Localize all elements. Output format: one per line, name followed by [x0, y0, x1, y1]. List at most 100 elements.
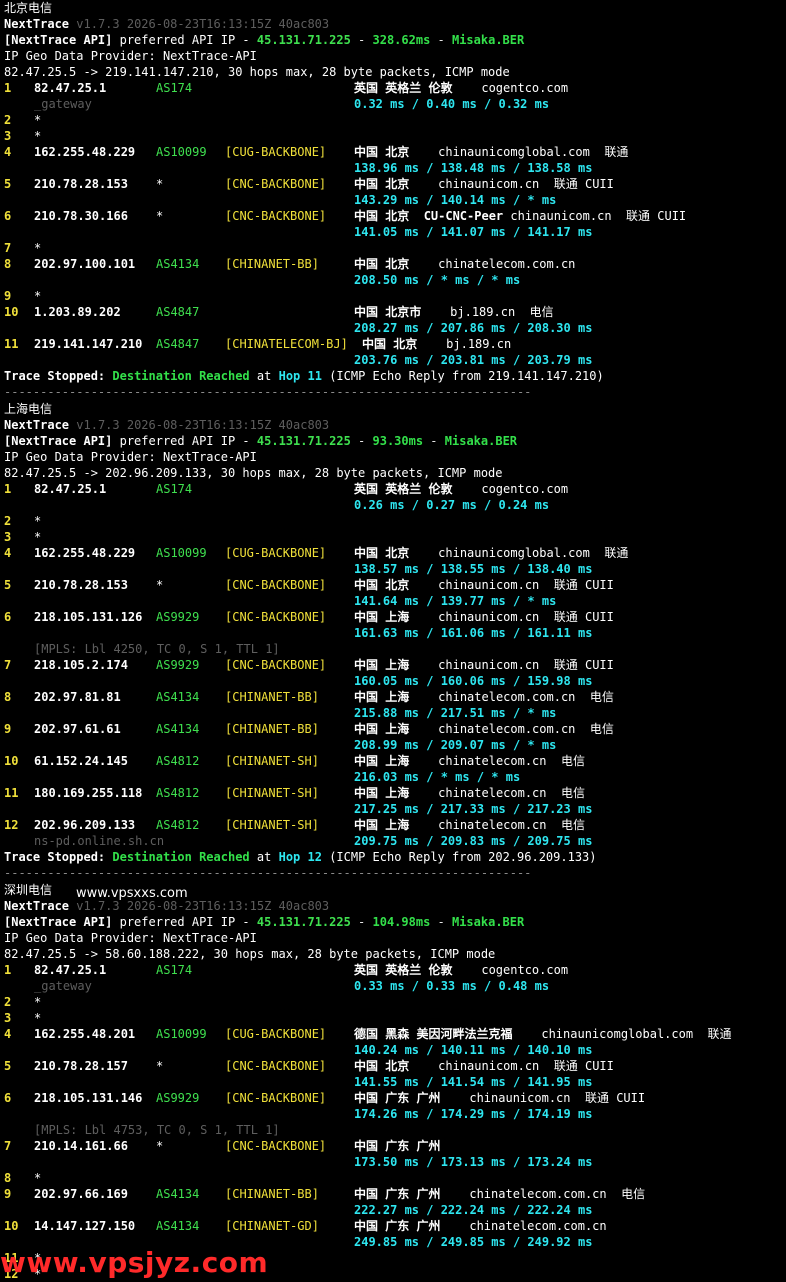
api-text: preferred API IP -	[119, 915, 250, 929]
hop-backbone-tag: [CHINANET-SH]	[225, 754, 319, 768]
hop-rtt: 173.50 ms / 173.13 ms / 173.24 ms	[354, 1155, 593, 1169]
hop-location: 中国 北京 chinatelecom.com.cn	[354, 256, 575, 272]
trace-stopped-label: Trace Stopped:	[4, 369, 106, 383]
hop-geo: 中国 北京	[354, 1059, 410, 1073]
hop-number: 4	[4, 1027, 12, 1041]
hop-backbone-tag: [CNC-BACKBONE]	[225, 209, 327, 223]
hop-location: 德国 黑森 美因河畔法兰克福 chinaunicomglobal.com 联通	[354, 1026, 732, 1042]
hop-number: 3	[4, 1011, 12, 1025]
hop-ip: 180.169.255.118	[34, 786, 143, 800]
trace-stopped-reason: Destination Reached	[112, 850, 250, 864]
hop-domain: chinaunicomglobal.com	[438, 145, 590, 159]
hop-asn: AS9929	[156, 658, 200, 672]
hop-number: 11	[4, 786, 19, 800]
section-title: 深圳电信	[4, 882, 52, 898]
hop-location: 英国 英格兰 伦敦 cogentco.com	[354, 962, 568, 978]
hop-asn: AS4134	[156, 1187, 200, 1201]
hop-backbone-tag: [CHINANET-BB]	[225, 722, 319, 736]
hop-isp: 电信	[560, 754, 585, 768]
hop-number: 10	[4, 754, 19, 768]
hop-geo: 中国 广东 广州	[354, 1091, 441, 1105]
terminal-window[interactable]: 北京电信 NextTrace v1.7.3 2026-08-23T16:13:15…	[0, 0, 786, 1281]
hop-number: 5	[4, 1059, 12, 1073]
hop-geo: 中国 广东 广州	[354, 1187, 441, 1201]
hop-domain: chinatelecom.com.cn	[438, 722, 576, 736]
hop-location: 中国 上海 chinatelecom.cn 电信	[354, 753, 585, 769]
hop-ip: 219.141.147.210	[34, 337, 143, 351]
hop-isp: 电信	[560, 818, 585, 832]
hop-isp: 电信	[589, 722, 614, 736]
hop-asn: *	[156, 1059, 164, 1073]
hop-location: 中国 上海 chinatelecom.cn 电信	[354, 785, 585, 801]
hop-ip: 218.105.131.126	[34, 610, 143, 624]
api-ip: 45.131.71.225	[256, 915, 351, 929]
hop-rtt: 222.27 ms / 222.24 ms / 222.24 ms	[354, 1203, 593, 1217]
hop-location: 中国 上海 chinatelecom.cn 电信	[354, 817, 585, 833]
api-node: Misaka.BER	[451, 915, 525, 929]
hop-ip: 61.152.24.145	[34, 754, 128, 768]
hop-ip: 218.105.131.146	[34, 1091, 143, 1105]
hop-domain: chinatelecom.com.cn	[438, 690, 576, 704]
hop-isp: 联通 CUII	[553, 578, 614, 592]
hop-number: 2	[4, 113, 12, 127]
hop-backbone-tag: [CHINATELECOM-BJ]	[225, 337, 348, 351]
hop-geo: 中国 北京	[354, 177, 410, 191]
hop-location: 中国 北京 chinaunicom.cn 联通 CUII	[354, 1058, 614, 1074]
route-text: 82.47.25.5 -> 219.141.147.210, 30 hops m…	[4, 65, 510, 79]
hop-asn: AS4812	[156, 818, 200, 832]
hop-asn: AS4134	[156, 257, 200, 271]
section-title-text: 上海电信	[4, 402, 53, 416]
hop-isp: 联通 CUII	[584, 1091, 646, 1105]
hop-number: 11	[4, 337, 19, 351]
hop-isp: 联通 CUII	[553, 610, 614, 624]
hop-asn: *	[156, 1139, 164, 1153]
hop-timeout: *	[34, 514, 42, 528]
hop-location: 中国 北京 chinaunicom.cn 联通 CUII	[354, 577, 614, 593]
hop-number: 6	[4, 610, 12, 624]
hop-domain: chinatelecom.com.cn	[438, 257, 576, 271]
hop-domain: chinaunicom.cn	[469, 1091, 571, 1105]
hop-ip: 202.97.66.169	[34, 1187, 128, 1201]
hop-rtt: 143.29 ms / 140.14 ms / * ms	[354, 193, 557, 207]
hop-number: 12	[4, 818, 19, 832]
hop-timeout: *	[34, 241, 42, 255]
hop-rtt: 141.55 ms / 141.54 ms / 141.95 ms	[354, 1075, 593, 1089]
hop-location: 英国 英格兰 伦敦 cogentco.com	[354, 481, 568, 497]
hop-rtt: 160.05 ms / 160.06 ms / 159.98 ms	[354, 674, 593, 688]
geo-provider-text: IP Geo Data Provider: NextTrace-API	[4, 450, 257, 464]
hop-isp: 电信	[621, 1187, 646, 1201]
hop-number: 2	[4, 995, 12, 1009]
hop-ip: 82.47.25.1	[34, 81, 107, 95]
hop-isp: 电信	[589, 690, 614, 704]
hop-location: 中国 广东 广州 chinatelecom.com.cn 电信	[354, 1186, 645, 1202]
hop-location: 中国 北京 chinaunicomglobal.com 联通	[354, 144, 628, 160]
route-line: 82.47.25.5 -> 219.141.147.210, 30 hops m…	[4, 64, 510, 80]
app-name: NextTrace	[4, 899, 70, 913]
hop-isp: 联通	[604, 546, 629, 560]
api-text: preferred API IP -	[119, 434, 250, 448]
hop-domain: cogentco.com	[481, 81, 569, 95]
hop-timeout: *	[34, 1171, 42, 1185]
hop-domain: chinaunicom.cn	[438, 1059, 540, 1073]
hop-geo: 中国 广东 广州	[354, 1219, 441, 1233]
hop-isp: 联通 CUII	[553, 177, 614, 191]
hop-asn: AS9929	[156, 1091, 200, 1105]
api-label: [NextTrace API]	[4, 915, 113, 929]
hop-geo: 中国 北京	[354, 257, 410, 271]
hop-geo: 中国 北京	[354, 578, 410, 592]
hop-asn: AS174	[156, 482, 193, 496]
hop-geo: 中国 上海	[354, 754, 410, 768]
trace-stopped-at: at	[256, 369, 272, 383]
hop-asn: AS4812	[156, 786, 200, 800]
hop-location: 中国 北京 CU-CNC-Peer chinaunicom.cn 联通 CUII	[354, 208, 686, 224]
hop-location: 中国 北京市 bj.189.cn 电信	[354, 304, 554, 320]
hop-backbone-tag: [CNC-BACKBONE]	[225, 610, 327, 624]
hop-mpls: [MPLS: Lbl 4250, TC 0, S 1, TTL 1]	[34, 641, 280, 657]
api-latency: 104.98ms	[372, 915, 431, 929]
hop-timeout: *	[34, 1011, 42, 1025]
hop-isp: 联通 CUII	[553, 658, 614, 672]
hop-timeout: *	[34, 289, 42, 303]
hop-ip: 82.47.25.1	[34, 482, 107, 496]
hop-peer-label: CU-CNC-Peer	[423, 209, 504, 223]
hop-mpls-label: [MPLS: Lbl 4250, TC 0, S 1, TTL 1]	[34, 642, 280, 656]
